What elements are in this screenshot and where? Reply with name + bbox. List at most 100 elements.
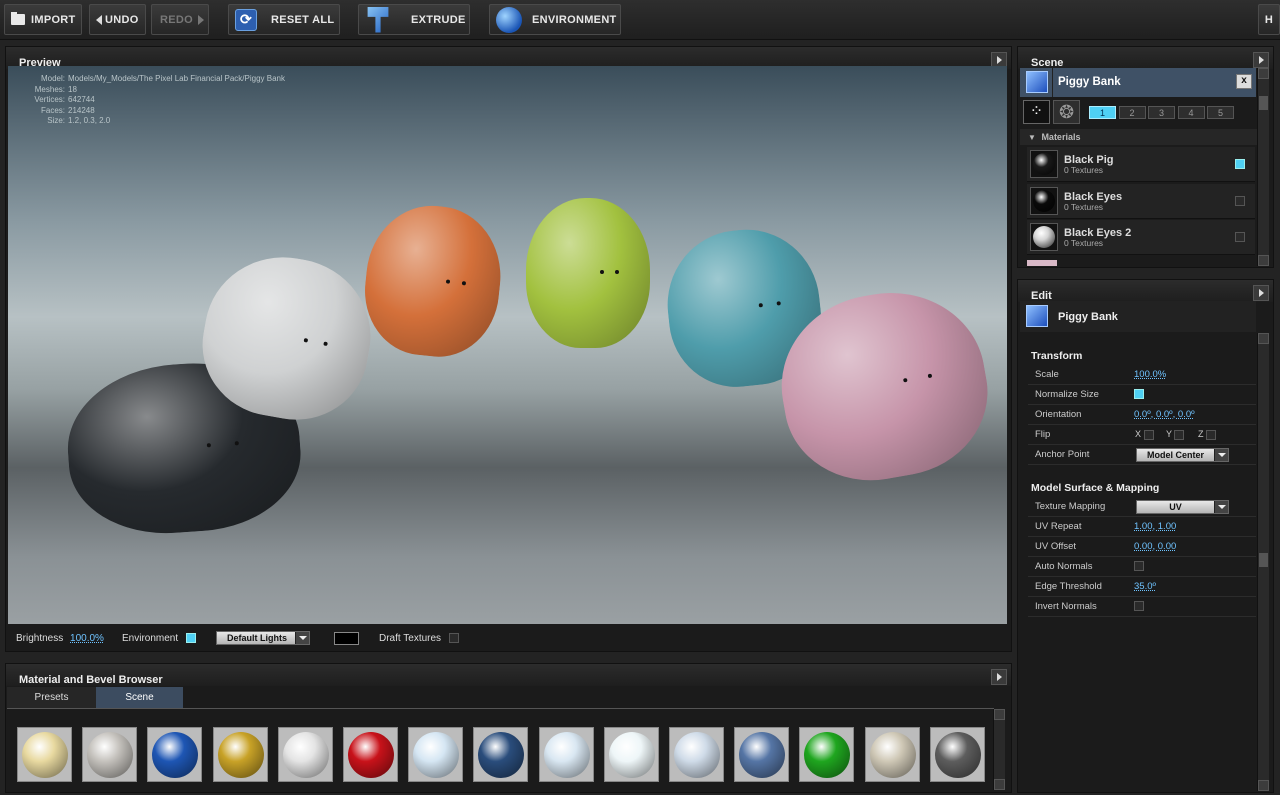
info-row: Vertices: 642744 — [8, 95, 285, 106]
browser-scrollbar[interactable] — [993, 709, 1005, 790]
scene-expand-button[interactable] — [1253, 52, 1269, 68]
material-thumbnail[interactable] — [17, 727, 72, 782]
scene-object-row[interactable]: Piggy Bank x — [1020, 68, 1256, 97]
extrude-button[interactable]: EXTRUDE — [358, 4, 470, 35]
info-key: Meshes: — [34, 84, 65, 94]
material-thumbnail[interactable] — [799, 727, 855, 782]
tab-divider — [7, 708, 994, 709]
material-thumbnail[interactable] — [538, 727, 594, 782]
anchor-point-value: Model Center — [1146, 450, 1204, 460]
flip-y-checkbox[interactable] — [1174, 429, 1185, 440]
material-thumbnail[interactable] — [82, 727, 138, 782]
pig-eye — [462, 281, 467, 286]
green-piggy-bank[interactable] — [526, 198, 650, 348]
material-checkbox[interactable] — [1235, 195, 1245, 206]
edit-header: Edit — [1018, 280, 1273, 302]
help-button[interactable]: H — [1258, 4, 1280, 35]
transform-section-title: Transform — [1031, 350, 1083, 362]
material-thumbnail[interactable] — [603, 727, 659, 782]
material-checkbox[interactable] — [1235, 159, 1245, 169]
scroll-thumb[interactable] — [1259, 96, 1268, 110]
normalize-size-checkbox[interactable] — [1134, 389, 1144, 400]
draft-textures-checkbox[interactable] — [448, 633, 459, 644]
uv-repeat-value[interactable]: 1.00, 1.00 — [1134, 517, 1176, 536]
uv-offset-value[interactable]: 0.00, 0.00 — [1134, 537, 1176, 556]
navy-material-icon — [478, 732, 525, 778]
material-thumbnail[interactable] — [343, 727, 398, 782]
scale-value[interactable]: 100.0% — [1134, 365, 1166, 384]
material-thumbnail[interactable] — [473, 727, 529, 782]
texture-mapping-dropdown[interactable]: UV — [1136, 500, 1229, 514]
brightness-value[interactable]: 100.0% — [70, 633, 104, 644]
material-thumbnail[interactable] — [734, 727, 790, 782]
scroll-up-arrow[interactable] — [1258, 68, 1269, 79]
auto-normals-checkbox[interactable] — [1134, 561, 1144, 572]
edit-object-row: Piggy Bank — [1020, 301, 1256, 332]
orientation-value[interactable]: 0.0º, 0.0º, 0.0º — [1134, 405, 1195, 424]
uv-repeat-label: UV Repeat — [1035, 521, 1082, 532]
preview-viewport[interactable]: Model: Models/My_Models/The Pixel Lab Fin… — [8, 66, 1007, 624]
page-button-4[interactable]: 4 — [1177, 106, 1205, 119]
background-color-swatch[interactable] — [334, 632, 359, 645]
close-button[interactable]: x — [1236, 74, 1252, 89]
pig-eye — [903, 378, 909, 383]
lights-dropdown[interactable]: Default Lights — [216, 631, 310, 645]
material-thumbnail[interactable] — [408, 727, 464, 782]
material-thumbnail[interactable] — [147, 727, 203, 782]
undo-button[interactable]: UNDO — [89, 4, 146, 35]
flag-material-icon — [543, 732, 590, 778]
reset-all-button[interactable]: ⟳ RESET ALL — [228, 4, 340, 35]
flip-z-label: Z — [1198, 429, 1204, 439]
scene-material-row[interactable]: Black Eyes 20 Textures — [1027, 220, 1255, 255]
tab-scene[interactable]: Scene — [96, 687, 183, 708]
material-thumbnail[interactable] — [669, 727, 724, 782]
edit-scrollbar[interactable] — [1257, 333, 1269, 791]
page-button-2[interactable]: 2 — [1118, 106, 1146, 119]
flip-row: Flip X Y Z — [1028, 425, 1256, 445]
edit-expand-button[interactable] — [1253, 285, 1269, 301]
flip-label: Flip — [1035, 429, 1051, 440]
orange-piggy-bank[interactable] — [358, 199, 508, 363]
anchor-point-dropdown[interactable]: Model Center — [1136, 448, 1229, 462]
lights-dropdown-value: Default Lights — [227, 633, 287, 643]
brightness-label: Brightness — [16, 633, 64, 644]
scene-tree-icon[interactable]: ⁘ — [1023, 100, 1050, 124]
browser-expand-button[interactable] — [991, 669, 1007, 685]
scroll-thumb[interactable] — [1259, 553, 1268, 567]
material-thumbnail[interactable] — [277, 727, 333, 782]
page-button-5[interactable]: 5 — [1207, 106, 1234, 119]
material-texture-count: 0 Textures — [1064, 201, 1104, 212]
tab-presets[interactable]: Presets — [7, 687, 96, 708]
scene-material-row[interactable]: Black Pig 0 Textures — [1027, 147, 1255, 182]
flip-y-label: Y — [1166, 429, 1172, 439]
invert-normals-checkbox[interactable] — [1134, 601, 1144, 612]
page-button-1[interactable]: 1 — [1089, 106, 1116, 119]
material-checkbox[interactable] — [1235, 232, 1245, 242]
scroll-down-arrow[interactable] — [1258, 780, 1269, 791]
edge-threshold-value[interactable]: 35.0º — [1134, 577, 1156, 596]
scroll-up-arrow[interactable] — [994, 709, 1005, 720]
scene-scrollbar[interactable] — [1257, 68, 1269, 266]
materials-section-header[interactable]: ▼ Materials — [1020, 129, 1257, 145]
material-thumbnail[interactable] — [864, 727, 920, 782]
browser-header: Material and Bevel Browser — [6, 664, 1011, 686]
flip-z-checkbox[interactable] — [1206, 429, 1217, 440]
import-button[interactable]: IMPORT — [4, 4, 82, 35]
pig-eye — [322, 341, 328, 346]
scene-header: Scene — [1018, 47, 1273, 69]
environment-button[interactable]: ENVIRONMENT — [489, 4, 621, 35]
scroll-down-arrow[interactable] — [1258, 255, 1269, 266]
material-thumbnail[interactable] — [212, 727, 268, 782]
flip-x-checkbox[interactable] — [1143, 429, 1154, 440]
texture-mapping-value: UV — [1169, 502, 1182, 512]
redo-button[interactable]: REDO — [151, 4, 209, 35]
info-row: Size: 1.2, 0.3, 2.0 — [8, 116, 285, 127]
scroll-down-arrow[interactable] — [994, 779, 1005, 790]
scene-material-row[interactable]: Black Eyes 0 Textures — [1027, 183, 1255, 219]
scroll-up-arrow[interactable] — [1258, 333, 1269, 344]
material-thumbnail[interactable] — [929, 727, 985, 782]
info-key: Faces: — [40, 105, 65, 115]
materials-grid-icon[interactable]: ❂ — [1053, 100, 1080, 124]
page-button-3[interactable]: 3 — [1148, 106, 1175, 119]
environment-checkbox[interactable] — [185, 633, 196, 644]
